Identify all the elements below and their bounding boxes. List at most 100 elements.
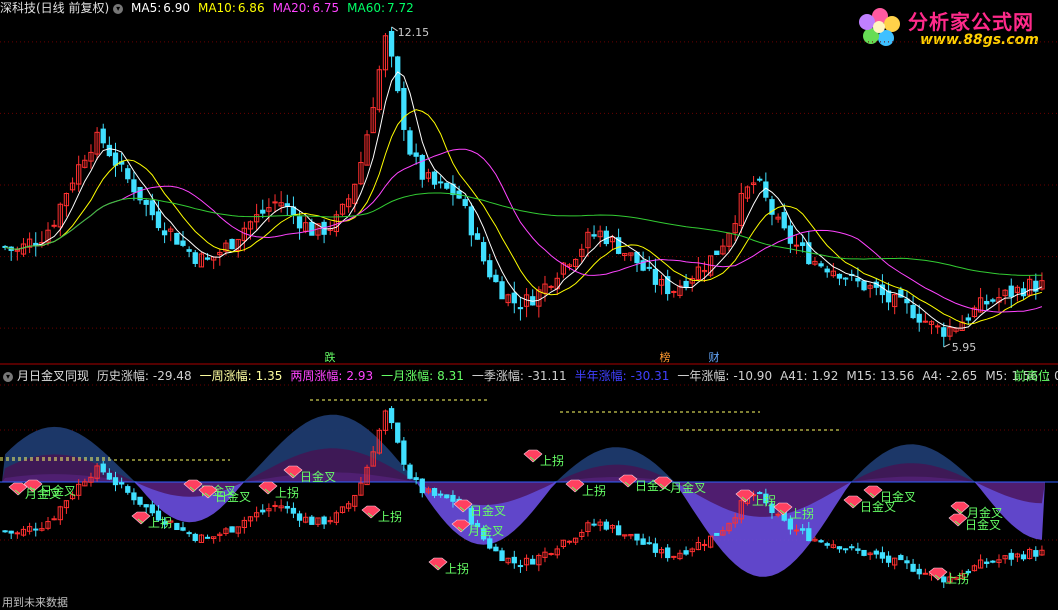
candle-body [855,277,861,282]
indicator-body [916,568,922,575]
signal-label: 上拐 [945,571,969,586]
candle-body [431,171,438,185]
candle-body [1008,285,1014,297]
candle-body [603,230,609,245]
candle-body [861,280,867,291]
candle-body [671,290,677,293]
candle-body [517,307,524,310]
signal-label: 日金叉 [470,503,506,518]
candle-body [646,266,652,269]
candle-body [174,232,180,245]
ma5-line [4,71,1043,329]
indicator-body [431,488,438,496]
indicator-body [652,543,659,553]
candle-body [781,212,787,229]
indicator-body [493,546,499,552]
event-marker-1: 榜 [660,350,671,364]
indicator-body [106,472,113,480]
indicator-body [1033,550,1039,557]
candle-body [186,249,192,252]
signal-label: 上拐 [275,485,299,500]
candle-body [155,211,162,229]
candle-body [885,290,892,303]
indicator-body [131,492,137,501]
indicator-body [174,522,180,531]
indicator-body [793,529,800,532]
indicator-body [186,532,192,535]
candle-body [106,144,113,157]
indicator-body [413,477,419,481]
candle-body [474,233,481,240]
indicator-body [910,563,916,572]
indicator-body [904,560,910,564]
indicator-body [438,493,444,496]
indicator-body [100,463,106,473]
indicator-body [530,558,536,565]
low-label: 5.95 [952,341,977,354]
signal-label: 上拐 [752,493,776,508]
candle-body [714,250,720,256]
candle-body [204,257,211,260]
indicator-body [2,530,8,533]
indicator-body [149,504,155,514]
signal-label: 上拐 [148,515,172,530]
candle-body [652,268,659,285]
indicator-body [885,555,892,563]
candle-body [757,178,763,181]
indicator-body [260,509,266,513]
indicator-body [922,572,929,575]
indicator-body [296,513,303,521]
candle-body [309,221,315,236]
candle-body [480,242,487,262]
indicator-body [407,464,413,479]
candle-body [683,280,689,288]
candle-body [934,325,941,328]
candle-body [401,87,407,130]
indicator-body [836,546,843,550]
indicator-body [229,526,235,533]
indicator-body [800,528,806,531]
candle-body [965,317,971,321]
candle-body [161,230,168,236]
signal-label: 日金叉 [215,489,251,504]
indicator-pane: 日金叉月金叉上拐日金叉日金叉 上拐日金叉上拐 日金叉月金叉上拐上拐上拐 日金叉月金叉上… [0,399,1058,588]
candle-body [192,252,198,264]
candle-body [438,181,444,184]
candle-body [824,268,830,273]
indicator-body [842,548,849,551]
indicator-body [634,533,640,541]
indicator-body [125,486,131,493]
indicator-body [112,477,119,486]
indicator-body [517,565,524,568]
signal-label: 日金叉 [300,469,336,484]
indicator-body [290,507,297,514]
indicator-body [511,556,517,564]
indicator-body [33,528,39,531]
indicator-body [591,523,597,526]
indicator-body [714,532,720,536]
indicator-body [272,504,278,507]
candle-body [180,240,186,246]
stock-chart-canvas[interactable]: 12.155.95跌榜财日金叉月金叉上拐日金叉日金叉 上拐日金叉上拐 日金叉月金叉上… [0,0,1058,609]
candle-body [468,206,474,236]
indicator-body [861,549,867,556]
indicator-body [192,533,198,541]
signal-label: 上拐 [540,453,564,468]
indicator-body [204,536,211,539]
indicator-body [137,496,143,505]
indicator-body [849,546,855,549]
candle-body [493,274,499,283]
indicator-body [806,528,812,542]
indicator-body [401,440,407,465]
signal-label: 月金叉 [468,523,504,538]
event-marker-0: 跌 [325,350,336,364]
indicator-body [603,521,609,530]
indicator-body [180,527,186,531]
candle-body [511,292,517,304]
indicator-body [450,494,456,502]
candle-body [818,263,824,267]
indicator-body [646,542,652,545]
indicator-body [548,553,554,556]
indicator-body [444,494,450,499]
signal-label: 月金叉 [25,486,61,501]
